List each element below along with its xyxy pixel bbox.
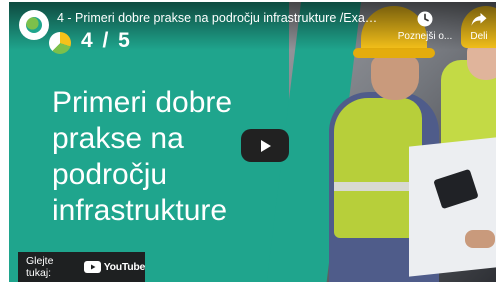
play-icon bbox=[261, 139, 271, 152]
video-player[interactable]: 4 - Primeri dobre prakse na področju inf… bbox=[9, 2, 496, 282]
blueprint-paper bbox=[409, 137, 496, 277]
channel-logo-icon bbox=[26, 17, 42, 33]
clock-icon bbox=[417, 11, 433, 27]
video-title[interactable]: 4 - Primeri dobre prakse na področju inf… bbox=[57, 11, 387, 25]
watch-later-button[interactable]: Poznejši o... bbox=[394, 10, 456, 42]
logo-mark-icon bbox=[49, 32, 71, 54]
share-button[interactable]: Deli bbox=[454, 10, 496, 42]
play-button[interactable] bbox=[241, 129, 289, 162]
watch-on-label: Glejte tukaj: bbox=[26, 255, 54, 279]
slide-counter: 4 / 5 bbox=[81, 29, 132, 52]
share-label: Deli bbox=[470, 31, 488, 42]
share-arrow-icon bbox=[471, 13, 487, 26]
watch-on-youtube-bar[interactable]: Glejte tukaj: YouTube bbox=[18, 252, 145, 282]
youtube-wordmark: YouTube bbox=[103, 261, 146, 273]
worker-hand bbox=[465, 230, 495, 248]
worker-face bbox=[371, 56, 419, 100]
channel-avatar[interactable] bbox=[19, 10, 49, 40]
youtube-logo: YouTube bbox=[83, 261, 146, 273]
watch-later-label: Poznejši o... bbox=[397, 31, 453, 42]
youtube-logo-icon bbox=[83, 261, 101, 273]
